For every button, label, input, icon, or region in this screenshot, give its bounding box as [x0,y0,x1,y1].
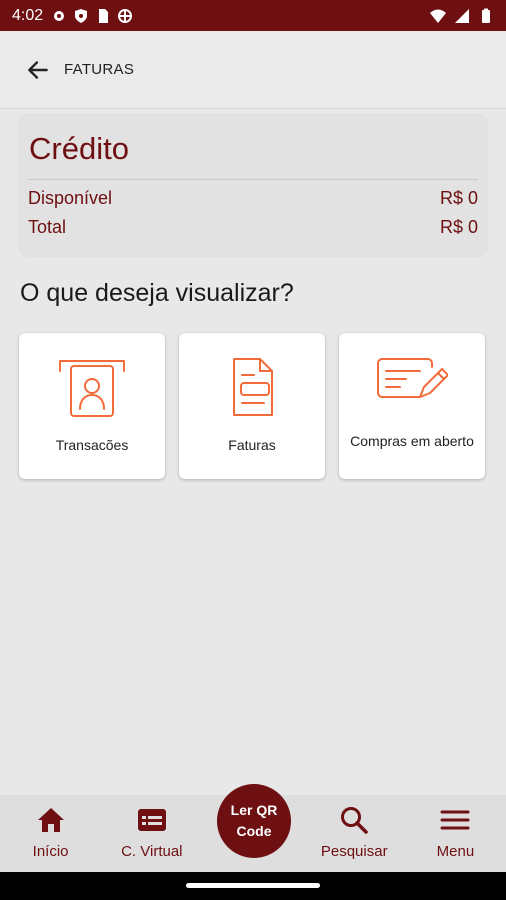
credit-row-available: Disponível R$ 0 [28,184,478,213]
nav-item-home[interactable]: Início [0,795,101,872]
sim-card-icon [99,8,109,23]
credit-title: Crédito [29,131,129,166]
credit-row-total: Total R$ 0 [28,213,478,242]
nav-item-search[interactable]: Pesquisar [304,795,405,872]
wifi-icon [430,9,446,23]
home-icon [37,808,64,832]
option-label: Faturas [228,437,276,453]
credit-row-label: Disponível [28,188,113,208]
home-gesture-handle[interactable] [186,883,320,888]
arrow-back-icon [28,60,48,79]
credit-summary-card: Crédito Disponível R$ 0 Total R$ 0 [18,113,488,257]
nav-label: Início [32,843,69,860]
settings-icon [54,10,65,21]
nav-item-virtual-card[interactable]: C. Virtual [101,795,202,872]
search-icon [341,807,368,834]
option-invoices[interactable]: Faturas [179,333,325,479]
nav-label: Pesquisar [320,843,388,860]
credit-row-label: Total [28,217,67,237]
signal-icon [455,8,469,23]
divider [28,179,478,180]
option-open-purchases[interactable]: Compras em aberto [339,333,485,479]
option-transactions[interactable]: Transacões [19,333,165,479]
battery-icon [482,8,490,23]
app-header: FATURAS [0,31,506,109]
credit-row-value: R$ 0 [439,188,478,208]
nav-label: Menu [436,843,475,860]
nav-item-menu[interactable]: Menu [405,795,506,872]
qr-label-line1: Ler QR [230,802,278,818]
read-qr-code-button[interactable]: Ler QR Code [217,784,291,858]
menu-icon [440,810,470,830]
status-time: 4:02 [12,6,44,24]
invoice-document-icon [233,358,273,416]
option-label: Compras em aberto [350,433,474,449]
back-button[interactable] [22,54,54,86]
card-transactions-icon [59,360,125,417]
virtual-card-icon [137,809,166,831]
options-grid: Transacões Faturas Compras em aberto [19,333,485,479]
nav-label: C. Virtual [121,843,183,860]
qr-label-line2: Code [236,823,272,839]
option-label: Transacões [55,437,129,453]
section-heading: O que deseja visualizar? [20,279,294,307]
vpn-icon [118,8,133,23]
status-bar: 4:02 [0,0,506,31]
page-title: FATURAS [64,61,135,78]
open-purchases-edit-icon [377,358,448,398]
credit-row-value: R$ 0 [439,217,478,237]
shield-icon [75,8,88,23]
